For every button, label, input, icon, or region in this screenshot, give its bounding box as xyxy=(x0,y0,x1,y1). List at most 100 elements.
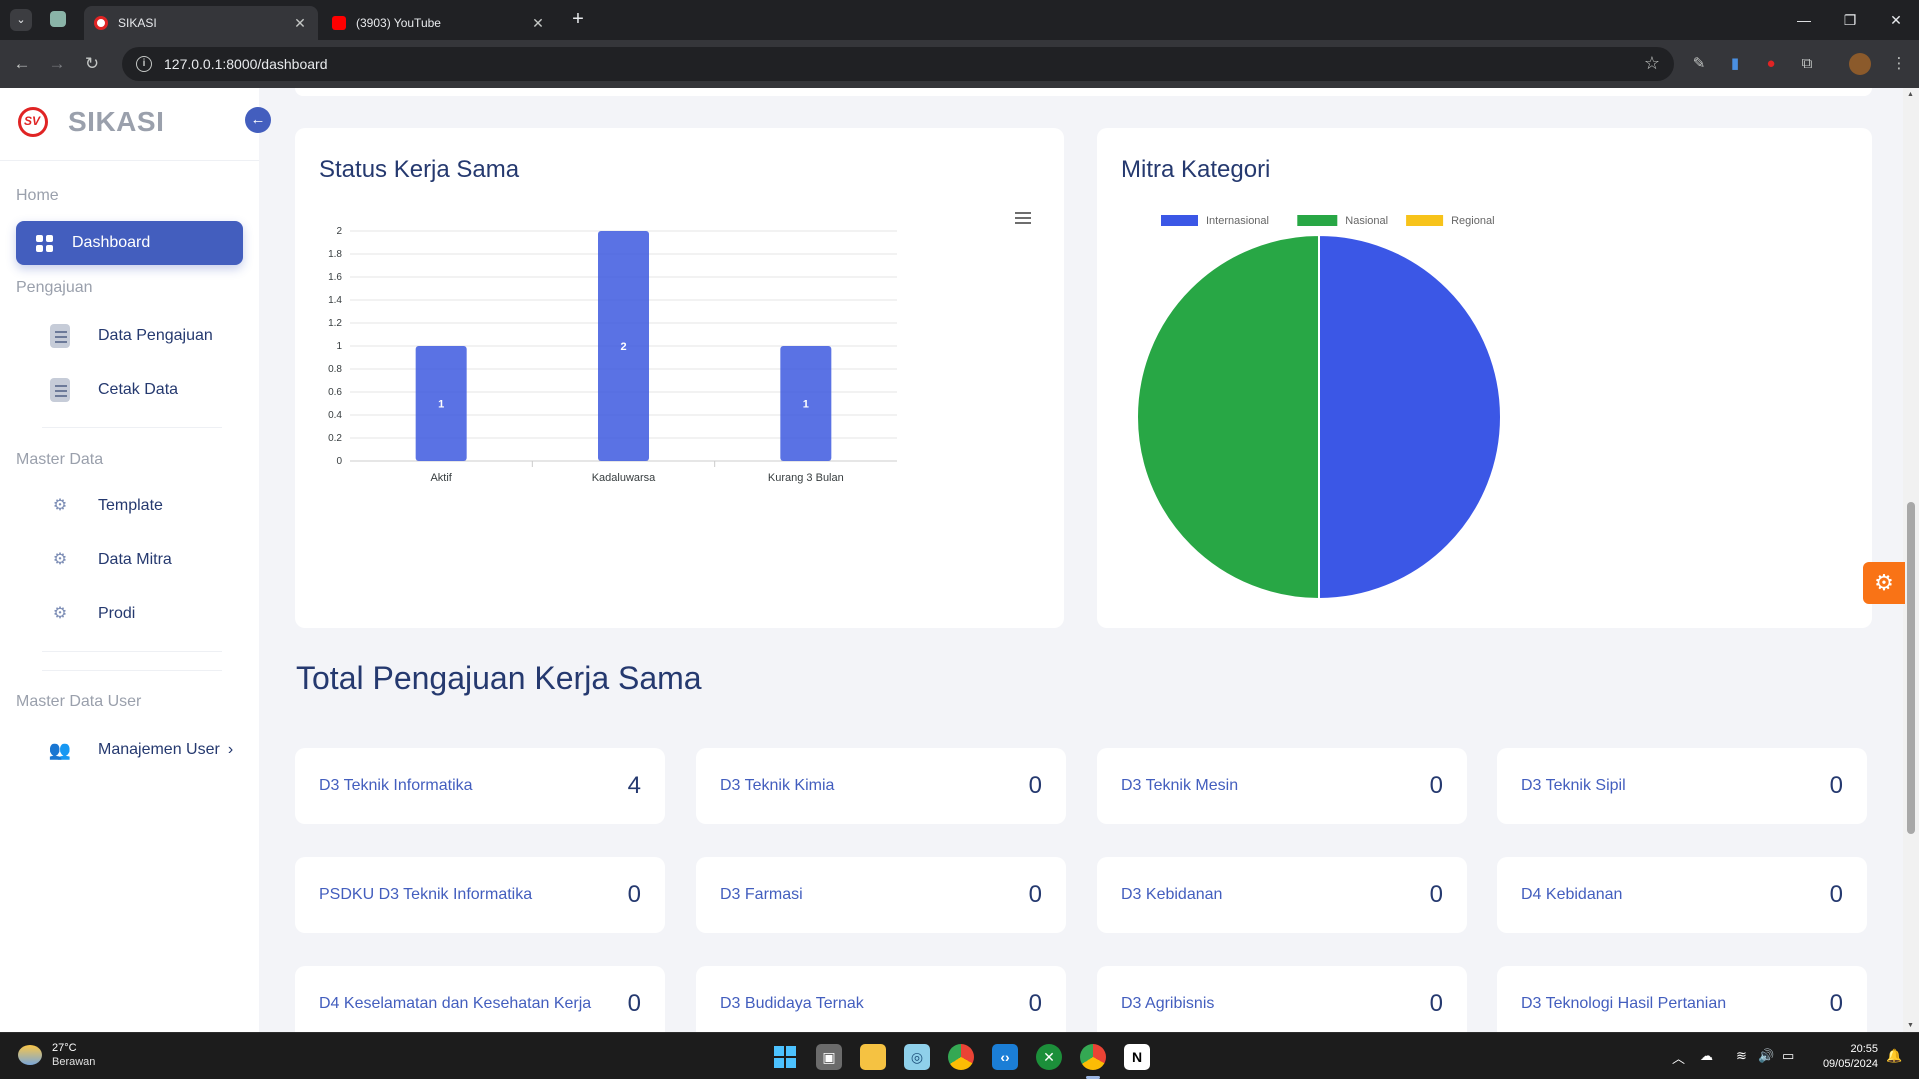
sidebar-item-dashboard[interactable]: Dashboard xyxy=(16,221,243,265)
sidebar-item-cetak-data[interactable]: Cetak Data xyxy=(16,368,243,412)
forward-icon[interactable]: → xyxy=(45,52,69,76)
prodi-name-link[interactable]: D3 Teknik Sipil xyxy=(1521,777,1626,795)
sidebar-item-data-pengajuan[interactable]: Data Pengajuan xyxy=(16,314,243,358)
notion-taskbar-icon[interactable]: N xyxy=(1124,1044,1150,1070)
grid-icon xyxy=(34,233,54,253)
prodi-name-link[interactable]: D3 Kebidanan xyxy=(1121,886,1222,904)
prodi-stat-card: D3 Teknik Sipil 0 xyxy=(1497,748,1867,824)
prodi-stat-card: D3 Teknik Informatika 4 xyxy=(295,748,665,824)
pinned-tab-icon[interactable] xyxy=(50,11,66,27)
sidebar-toggle-button[interactable]: ← xyxy=(245,107,271,133)
close-window-button[interactable]: ✕ xyxy=(1878,8,1914,32)
extensions-puzzle-icon[interactable]: ⧉ xyxy=(1796,53,1818,75)
prodi-count: 0 xyxy=(1829,881,1843,908)
prodi-name-link[interactable]: D3 Budidaya Ternak xyxy=(720,995,864,1013)
prodi-count: 0 xyxy=(1429,881,1443,908)
notification-bell-icon[interactable]: 🔔 xyxy=(1886,1048,1902,1064)
prodi-name-link[interactable]: PSDKU D3 Teknik Informatika xyxy=(319,886,532,904)
sv-logo-icon xyxy=(18,107,48,137)
sidebar-item-template[interactable]: ⚙ Template xyxy=(16,484,243,528)
task-view-icon[interactable]: ▣ xyxy=(816,1044,842,1070)
users-icon: 👥 xyxy=(48,739,72,760)
scroll-up-icon[interactable]: ▲ xyxy=(1907,91,1914,98)
weather-widget[interactable]: 27°C Berawan xyxy=(18,1041,95,1069)
gear-icon: ⚙ xyxy=(52,551,68,568)
vscode-taskbar-icon[interactable]: ‹› xyxy=(992,1044,1018,1070)
divider xyxy=(42,651,222,652)
tab-sikasi[interactable]: SIKASI ✕ xyxy=(84,6,318,40)
chrome-taskbar-icon[interactable] xyxy=(948,1044,974,1070)
page-scrollbar[interactable]: ▲ ▼ xyxy=(1903,88,1919,1032)
prodi-name-link[interactable]: D3 Teknik Mesin xyxy=(1121,777,1238,795)
gear-icon: ⚙ xyxy=(52,497,68,514)
wifi-icon[interactable]: ≋ xyxy=(1736,1048,1747,1064)
xbox-taskbar-icon[interactable]: ✕ xyxy=(1036,1044,1062,1070)
reload-icon[interactable]: ↻ xyxy=(80,52,104,76)
file-explorer-icon[interactable] xyxy=(860,1044,886,1070)
prodi-name-link[interactable]: D3 Agribisnis xyxy=(1121,995,1214,1013)
pie-slice[interactable] xyxy=(1136,233,1320,601)
eyedropper-extension-icon[interactable]: ✎ xyxy=(1688,53,1710,75)
sikasi-favicon-icon xyxy=(94,16,108,30)
tray-overflow-chevron-icon[interactable]: ︿ xyxy=(1672,1048,1685,1067)
bookmark-star-icon[interactable]: ☆ xyxy=(1644,53,1660,74)
sidebar-item-label: Manajemen User xyxy=(98,741,220,758)
sidebar-item-prodi[interactable]: ⚙ Prodi xyxy=(16,592,243,636)
profile-avatar[interactable] xyxy=(1849,53,1871,75)
total-pengajuan-heading: Total Pengajuan Kerja Sama xyxy=(296,660,702,696)
legend-label[interactable]: Regional xyxy=(1451,215,1494,227)
prodi-stat-card: D3 Agribisnis 0 xyxy=(1097,966,1467,1032)
site-info-icon[interactable]: i xyxy=(136,56,152,72)
address-bar[interactable]: i 127.0.0.1:8000/dashboard ☆ xyxy=(122,47,1674,81)
scroll-down-icon[interactable]: ▼ xyxy=(1907,1022,1914,1029)
y-tick-label: 1.8 xyxy=(328,249,342,260)
chrome-active-taskbar-icon[interactable] xyxy=(1080,1044,1106,1070)
prodi-count: 0 xyxy=(1429,772,1443,799)
cloud-sync-icon[interactable]: ☁ xyxy=(1700,1048,1713,1064)
prodi-stat-card: D3 Teknologi Hasil Pertanian 0 xyxy=(1497,966,1867,1032)
status-bar-chart: 0 0.2 0.4 0.6 0.8 1 1.2 1.4 1.6 1.8 2 1 Aktif 2 Kadalu… xyxy=(328,226,897,484)
legend-label[interactable]: Internasional xyxy=(1206,215,1269,227)
download-icon xyxy=(50,378,70,402)
sidebar-item-data-mitra[interactable]: ⚙ Data Mitra xyxy=(16,538,243,582)
minimize-button[interactable]: — xyxy=(1786,8,1822,32)
section-master-data-user: Master Data User xyxy=(16,693,142,710)
photos-app-icon[interactable]: ◎ xyxy=(904,1044,930,1070)
adblock-extension-icon[interactable]: ● xyxy=(1760,53,1782,75)
close-tab-icon[interactable]: ✕ xyxy=(530,15,546,32)
mitra-pie-chart: Internasional Nasional Regional xyxy=(1136,215,1502,601)
main-content: Status Kerja Sama 0 0.2 0.4 0.6 0.8 1 1.2 1.4 1.… xyxy=(259,88,1919,1032)
legend-swatch[interactable] xyxy=(1406,215,1444,226)
volume-icon[interactable]: 🔊 xyxy=(1758,1048,1774,1064)
legend-swatch[interactable] xyxy=(1161,215,1198,226)
prodi-name-link[interactable]: D4 Kebidanan xyxy=(1521,886,1622,904)
battery-icon[interactable]: ▭ xyxy=(1782,1048,1794,1064)
browser-menu-icon[interactable]: ⋮ xyxy=(1888,53,1910,75)
y-tick-label: 0.6 xyxy=(328,387,342,398)
close-tab-icon[interactable]: ✕ xyxy=(292,15,308,32)
legend-label[interactable]: Nasional xyxy=(1345,215,1388,227)
new-tab-button[interactable]: + xyxy=(566,8,590,32)
tab-youtube[interactable]: (3903) YouTube ✕ xyxy=(322,6,556,40)
back-icon[interactable]: ← xyxy=(10,52,34,76)
prodi-name-link[interactable]: D3 Teknik Kimia xyxy=(720,777,834,795)
tab-search-button[interactable]: ⌄ xyxy=(10,9,32,31)
prodi-name-link[interactable]: D3 Teknik Informatika xyxy=(319,777,473,795)
settings-gear-button[interactable]: ⚙ xyxy=(1863,562,1905,604)
scrollbar-thumb[interactable] xyxy=(1907,502,1915,834)
brand[interactable]: SIKASI xyxy=(18,106,164,138)
system-clock[interactable]: 20:55 09/05/2024 xyxy=(1800,1042,1878,1072)
sidebar-item-manajemen-user[interactable]: 👥 Manajemen User › xyxy=(16,728,243,772)
prodi-stat-card: D3 Budidaya Ternak 0 xyxy=(696,966,1066,1032)
restore-button[interactable]: ❐ xyxy=(1832,8,1868,32)
prodi-count: 0 xyxy=(627,881,641,908)
pie-slice[interactable] xyxy=(1318,233,1502,601)
prodi-name-link[interactable]: D3 Farmasi xyxy=(720,886,803,904)
tab-title: SIKASI xyxy=(118,16,157,30)
translate-extension-icon[interactable]: ▮ xyxy=(1724,53,1746,75)
browser-toolbar: ← → ↻ i 127.0.0.1:8000/dashboard ☆ ✎ ▮ ●… xyxy=(0,40,1919,88)
prodi-name-link[interactable]: D4 Keselamatan dan Kesehatan Kerja xyxy=(319,995,591,1013)
windows-start-icon[interactable] xyxy=(772,1044,798,1070)
legend-swatch[interactable] xyxy=(1297,215,1338,226)
prodi-name-link[interactable]: D3 Teknologi Hasil Pertanian xyxy=(1521,995,1726,1013)
